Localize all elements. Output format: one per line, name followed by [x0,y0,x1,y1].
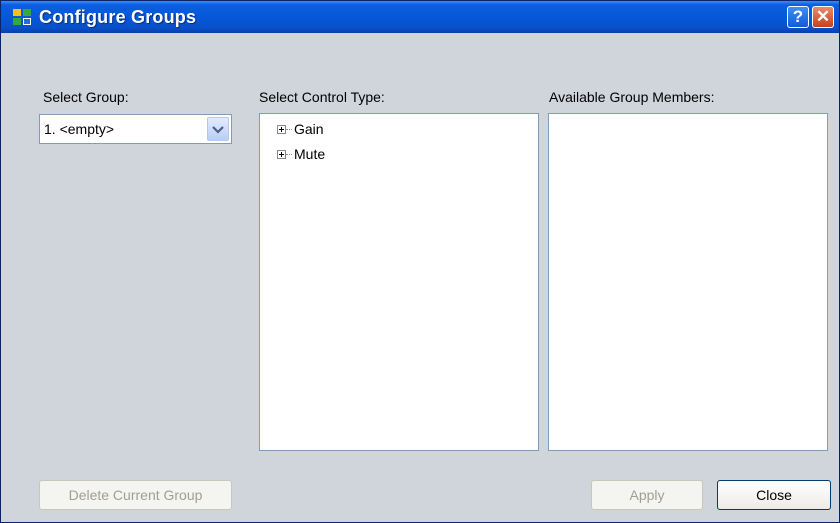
window-title: Configure Groups [39,7,197,27]
group-members-list[interactable] [548,113,828,451]
configure-groups-dialog: Configure Groups ? ✕ Select Group: 1. <e… [0,0,840,523]
apply-button[interactable]: Apply [591,480,703,510]
tree-item-label: Gain [294,121,324,137]
dropdown-arrow-button[interactable] [207,117,229,141]
title-bar[interactable]: Configure Groups ? ✕ [1,1,839,33]
tree-item-label: Mute [294,146,326,162]
close-button[interactable]: Close [717,480,831,510]
groups-icon [13,9,31,25]
control-type-tree[interactable]: Gain Mute [259,113,539,451]
group-members-label: Available Group Members: [549,89,715,105]
delete-current-group-button[interactable]: Delete Current Group [39,480,232,510]
control-type-label: Select Control Type: [259,89,385,105]
expand-plus-icon[interactable] [277,150,286,159]
chevron-down-icon [212,126,224,134]
expand-plus-icon[interactable] [277,125,286,134]
close-window-button[interactable]: ✕ [812,6,834,28]
tree-connector [286,154,292,155]
select-group-value: 1. <empty> [44,121,115,137]
tree-connector [286,129,292,130]
select-group-label: Select Group: [43,89,129,105]
select-group-dropdown[interactable]: 1. <empty> [39,114,232,144]
help-button[interactable]: ? [787,6,809,28]
